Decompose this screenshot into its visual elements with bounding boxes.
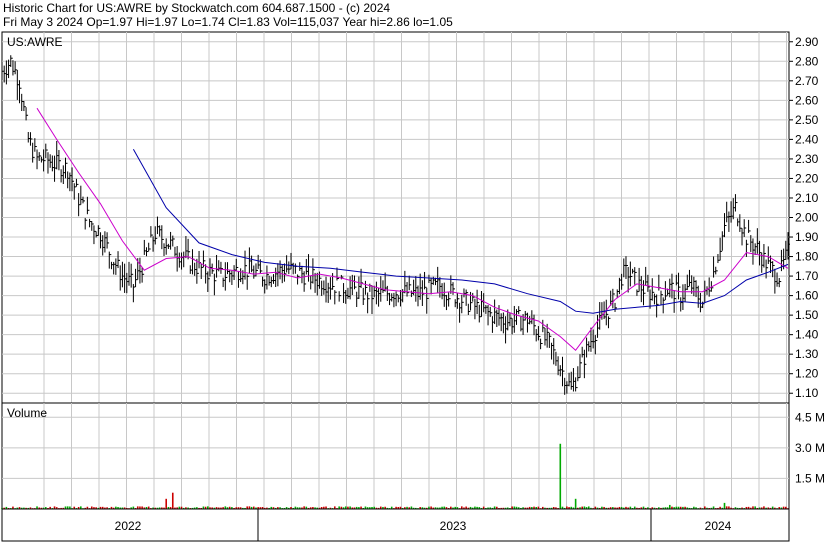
y-tick-label: 2.90	[795, 35, 819, 49]
volume-label: Volume	[7, 406, 47, 420]
y-tick-label: 2.30	[795, 152, 819, 166]
y-tick-label: 2.20	[795, 171, 819, 185]
y-tick-label: 1.10	[795, 386, 819, 400]
y-tick-label: 2.70	[795, 74, 819, 88]
y-tick-label: 2.50	[795, 113, 819, 127]
year-label: 2024	[705, 519, 732, 533]
year-label: 2023	[440, 519, 467, 533]
volume-panel: Volume 4.5 M 3.0 M 1.5 M	[1, 402, 825, 510]
y-tick-label: 1.90	[795, 230, 819, 244]
y-tick-label: 2.80	[795, 54, 819, 68]
price-panel: US:AWRE 2.90 2.80 2.70 2.60 2.50 2.40 2.30 2.20…	[1, 31, 819, 404]
ticker-label: US:AWRE	[7, 35, 63, 49]
y-tick-label: 1.80	[795, 250, 819, 264]
x-axis: 2022 2023 2024	[1, 508, 790, 542]
y-tick-label: 2.60	[795, 93, 819, 107]
y-tick-label: 2.10	[795, 191, 819, 205]
y-tick-label: 1.20	[795, 367, 819, 381]
y-tick-label: 1.60	[795, 289, 819, 303]
y-tick-label: 1.30	[795, 347, 819, 361]
y-tick-label: 4.5 M	[795, 410, 825, 424]
y-tick-label: 1.40	[795, 328, 819, 342]
y-tick-label: 1.5 M	[795, 471, 825, 485]
y-tick-label: 2.40	[795, 132, 819, 146]
year-label: 2022	[115, 519, 142, 533]
y-tick-label: 2.00	[795, 211, 819, 225]
y-tick-label: 1.70	[795, 269, 819, 283]
y-tick-label: 3.0 M	[795, 441, 825, 455]
stock-chart: US:AWRE 2.90 2.80 2.70 2.60 2.50 2.40 2.30 2.20…	[1, 31, 825, 542]
y-tick-label: 1.50	[795, 308, 819, 322]
